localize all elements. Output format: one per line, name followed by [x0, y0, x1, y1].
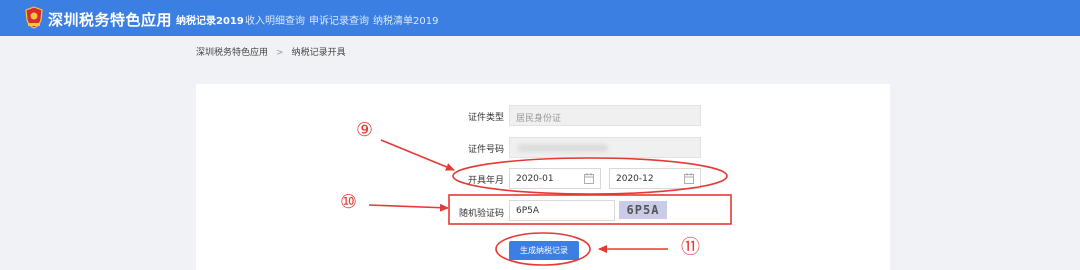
nav-tax-list-2019[interactable]: 纳税清单2019 — [373, 12, 438, 27]
breadcrumb-current: 纳税记录开具 — [291, 48, 346, 58]
start-month-value: 2020-01 — [516, 174, 554, 184]
tax-emblem-icon — [25, 6, 43, 29]
id-number-mask — [518, 144, 608, 152]
id-number-field — [509, 137, 701, 158]
period-label: 开具年月 — [467, 176, 504, 186]
nav-appeal-record[interactable]: 申诉记录查询 — [309, 12, 369, 27]
start-month-picker[interactable]: 2020-01 — [509, 168, 601, 189]
id-type-field: 居民身份证 — [509, 105, 701, 126]
calendar-icon — [684, 173, 694, 184]
id-number-label: 证件号码 — [467, 145, 504, 155]
end-month-value: 2020-12 — [616, 174, 654, 184]
captcha-label: 随机验证码 — [458, 209, 504, 219]
breadcrumb-root[interactable]: 深圳税务特色应用 — [196, 48, 268, 58]
nav-income-detail[interactable]: 收入明细查询 — [245, 12, 305, 27]
breadcrumb: 深圳税务特色应用 > 纳税记录开具 — [196, 45, 346, 58]
top-nav-bar: 深圳税务特色应用 纳税记录2019 收入明细查询 申诉记录查询 纳税清单2019 — [0, 0, 1080, 36]
generate-tax-record-button[interactable]: 生成纳税记录 — [509, 241, 579, 260]
breadcrumb-separator: > — [276, 48, 284, 58]
annotation-number-9: ⑨ — [356, 119, 374, 141]
app-title: 深圳税务特色应用 — [48, 11, 173, 29]
calendar-icon — [584, 173, 594, 184]
annotation-number-11: ⑪ — [681, 236, 701, 258]
nav-tax-record-2019[interactable]: 纳税记录2019 — [176, 12, 244, 27]
id-type-label: 证件类型 — [467, 113, 504, 123]
annotation-number-10: ⑩ — [340, 191, 358, 213]
captcha-input[interactable]: 6P5A — [509, 200, 615, 221]
captcha-image[interactable]: 6P5A — [619, 201, 667, 219]
end-month-picker[interactable]: 2020-12 — [609, 168, 701, 189]
